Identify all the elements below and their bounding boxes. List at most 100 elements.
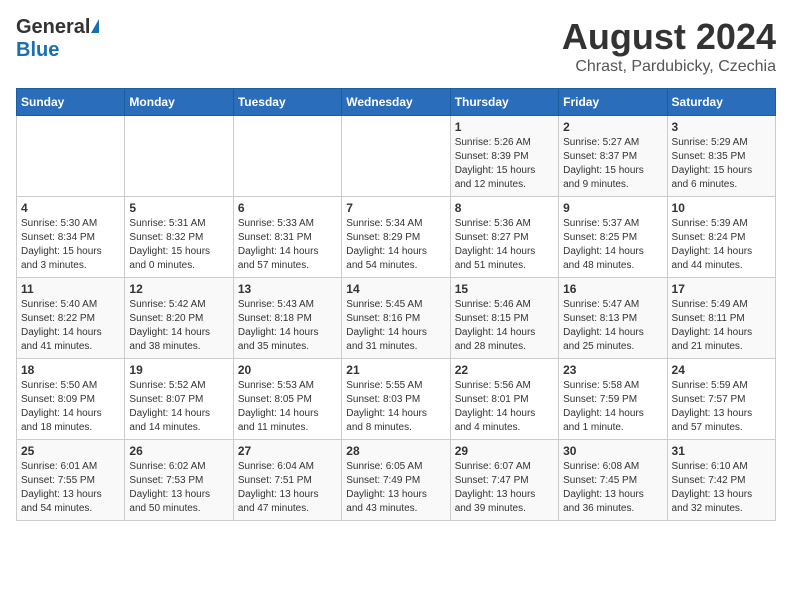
calendar-cell: 10Sunrise: 5:39 AM Sunset: 8:24 PM Dayli… — [667, 197, 775, 278]
calendar-title: August 2024 — [562, 16, 776, 58]
calendar-cell: 31 Sunrise: 6:10 AM Sunset: 7:42 PM Dayli… — [667, 440, 775, 521]
week-row-3: 11Sunrise: 5:40 AM Sunset: 8:22 PM Dayli… — [17, 278, 776, 359]
week-row-1: 1 Sunrise: 5:26 AM Sunset: 8:39 PM Daylig… — [17, 116, 776, 197]
day-number: 3 — [672, 120, 771, 134]
day-number: 24 — [672, 363, 771, 377]
calendar-cell: 20 Sunrise: 5:53 AM Sunset: 8:05 PM Dayli… — [233, 359, 341, 440]
calendar-cell: 2 Sunrise: 5:27 AM Sunset: 8:37 PM Daylig… — [559, 116, 667, 197]
logo-triangle-icon — [91, 19, 99, 33]
day-info: Sunrise: 5:56 AM Sunset: 8:01 PM Dayligh… — [455, 379, 554, 435]
day-number: 26 — [129, 444, 228, 458]
title-section: August 2024 Chrast, Pardubicky, Czechia — [562, 16, 776, 76]
calendar-cell: 29 Sunrise: 6:07 AM Sunset: 7:47 PM Dayli… — [450, 440, 558, 521]
day-header-friday: Friday — [559, 89, 667, 116]
calendar-cell: 18Sunrise: 5:50 AM Sunset: 8:09 PM Dayli… — [17, 359, 125, 440]
day-info: Sunrise: 5:34 AM Sunset: 8:29 PM Dayligh… — [346, 217, 445, 273]
day-header-wednesday: Wednesday — [342, 89, 450, 116]
calendar-cell: 25 Sunrise: 6:01 AM Sunset: 7:55 PM Dayli… — [17, 440, 125, 521]
calendar-cell: 11Sunrise: 5:40 AM Sunset: 8:22 PM Dayli… — [17, 278, 125, 359]
day-number: 17 — [672, 282, 771, 296]
day-info: Sunrise: 5:29 AM Sunset: 8:35 PM Dayligh… — [672, 136, 771, 192]
day-info: Sunrise: 6:08 AM Sunset: 7:45 PM Dayligh… — [563, 460, 662, 516]
day-number: 28 — [346, 444, 445, 458]
day-info: Sunrise: 5:43 AM Sunset: 8:18 PM Dayligh… — [238, 298, 337, 354]
day-number: 4 — [21, 201, 120, 215]
day-number: 22 — [455, 363, 554, 377]
day-number: 2 — [563, 120, 662, 134]
day-info: Sunrise: 5:53 AM Sunset: 8:05 PM Dayligh… — [238, 379, 337, 435]
calendar-cell: 8 Sunrise: 5:36 AM Sunset: 8:27 PM Daylig… — [450, 197, 558, 278]
calendar-cell — [342, 116, 450, 197]
day-headers-row: SundayMondayTuesdayWednesdayThursdayFrid… — [17, 89, 776, 116]
calendar-cell: 4 Sunrise: 5:30 AM Sunset: 8:34 PM Daylig… — [17, 197, 125, 278]
calendar-cell: 22 Sunrise: 5:56 AM Sunset: 8:01 PM Dayli… — [450, 359, 558, 440]
calendar-cell: 26 Sunrise: 6:02 AM Sunset: 7:53 PM Dayli… — [125, 440, 233, 521]
day-number: 21 — [346, 363, 445, 377]
day-header-tuesday: Tuesday — [233, 89, 341, 116]
calendar-cell: 5 Sunrise: 5:31 AM Sunset: 8:32 PM Daylig… — [125, 197, 233, 278]
day-header-thursday: Thursday — [450, 89, 558, 116]
logo: General Blue — [16, 16, 99, 62]
day-number: 14 — [346, 282, 445, 296]
logo-blue-text: Blue — [16, 39, 59, 62]
day-info: Sunrise: 6:10 AM Sunset: 7:42 PM Dayligh… — [672, 460, 771, 516]
calendar-cell: 3 Sunrise: 5:29 AM Sunset: 8:35 PM Daylig… — [667, 116, 775, 197]
day-info: Sunrise: 5:50 AM Sunset: 8:09 PM Dayligh… — [21, 379, 120, 435]
day-info: Sunrise: 5:39 AM Sunset: 8:24 PM Dayligh… — [672, 217, 771, 273]
calendar-cell: 24Sunrise: 5:59 AM Sunset: 7:57 PM Dayli… — [667, 359, 775, 440]
day-number: 31 — [672, 444, 771, 458]
calendar-cell: 1 Sunrise: 5:26 AM Sunset: 8:39 PM Daylig… — [450, 116, 558, 197]
day-info: Sunrise: 5:49 AM Sunset: 8:11 PM Dayligh… — [672, 298, 771, 354]
day-info: Sunrise: 6:02 AM Sunset: 7:53 PM Dayligh… — [129, 460, 228, 516]
day-number: 9 — [563, 201, 662, 215]
day-number: 1 — [455, 120, 554, 134]
day-info: Sunrise: 5:30 AM Sunset: 8:34 PM Dayligh… — [21, 217, 120, 273]
calendar-cell: 9Sunrise: 5:37 AM Sunset: 8:25 PM Daylig… — [559, 197, 667, 278]
day-info: Sunrise: 6:01 AM Sunset: 7:55 PM Dayligh… — [21, 460, 120, 516]
page-header: General Blue August 2024 Chrast, Pardubi… — [16, 16, 776, 76]
calendar-cell: 17 Sunrise: 5:49 AM Sunset: 8:11 PM Dayli… — [667, 278, 775, 359]
calendar-cell: 19Sunrise: 5:52 AM Sunset: 8:07 PM Dayli… — [125, 359, 233, 440]
day-info: Sunrise: 5:45 AM Sunset: 8:16 PM Dayligh… — [346, 298, 445, 354]
day-number: 29 — [455, 444, 554, 458]
day-info: Sunrise: 5:55 AM Sunset: 8:03 PM Dayligh… — [346, 379, 445, 435]
day-info: Sunrise: 5:26 AM Sunset: 8:39 PM Dayligh… — [455, 136, 554, 192]
calendar-cell: 21 Sunrise: 5:55 AM Sunset: 8:03 PM Dayli… — [342, 359, 450, 440]
calendar-cell — [125, 116, 233, 197]
day-info: Sunrise: 5:42 AM Sunset: 8:20 PM Dayligh… — [129, 298, 228, 354]
day-info: Sunrise: 6:05 AM Sunset: 7:49 PM Dayligh… — [346, 460, 445, 516]
day-number: 27 — [238, 444, 337, 458]
day-info: Sunrise: 6:07 AM Sunset: 7:47 PM Dayligh… — [455, 460, 554, 516]
day-number: 15 — [455, 282, 554, 296]
day-number: 25 — [21, 444, 120, 458]
day-info: Sunrise: 6:04 AM Sunset: 7:51 PM Dayligh… — [238, 460, 337, 516]
day-number: 6 — [238, 201, 337, 215]
calendar-cell — [17, 116, 125, 197]
calendar-cell: 7 Sunrise: 5:34 AM Sunset: 8:29 PM Daylig… — [342, 197, 450, 278]
day-info: Sunrise: 5:36 AM Sunset: 8:27 PM Dayligh… — [455, 217, 554, 273]
day-header-saturday: Saturday — [667, 89, 775, 116]
week-row-5: 25 Sunrise: 6:01 AM Sunset: 7:55 PM Dayli… — [17, 440, 776, 521]
calendar-cell: 13 Sunrise: 5:43 AM Sunset: 8:18 PM Dayli… — [233, 278, 341, 359]
day-number: 20 — [238, 363, 337, 377]
week-row-4: 18Sunrise: 5:50 AM Sunset: 8:09 PM Dayli… — [17, 359, 776, 440]
calendar-cell: 16 Sunrise: 5:47 AM Sunset: 8:13 PM Dayli… — [559, 278, 667, 359]
day-number: 13 — [238, 282, 337, 296]
day-info: Sunrise: 5:47 AM Sunset: 8:13 PM Dayligh… — [563, 298, 662, 354]
day-number: 16 — [563, 282, 662, 296]
day-info: Sunrise: 5:27 AM Sunset: 8:37 PM Dayligh… — [563, 136, 662, 192]
day-info: Sunrise: 5:31 AM Sunset: 8:32 PM Dayligh… — [129, 217, 228, 273]
day-number: 7 — [346, 201, 445, 215]
day-info: Sunrise: 5:40 AM Sunset: 8:22 PM Dayligh… — [21, 298, 120, 354]
calendar-cell — [233, 116, 341, 197]
day-number: 23 — [563, 363, 662, 377]
day-number: 5 — [129, 201, 228, 215]
day-header-monday: Monday — [125, 89, 233, 116]
calendar-cell: 12Sunrise: 5:42 AM Sunset: 8:20 PM Dayli… — [125, 278, 233, 359]
calendar-body: 1 Sunrise: 5:26 AM Sunset: 8:39 PM Daylig… — [17, 116, 776, 521]
week-row-2: 4 Sunrise: 5:30 AM Sunset: 8:34 PM Daylig… — [17, 197, 776, 278]
calendar-cell: 23Sunrise: 5:58 AM Sunset: 7:59 PM Dayli… — [559, 359, 667, 440]
day-number: 8 — [455, 201, 554, 215]
calendar-cell: 15Sunrise: 5:46 AM Sunset: 8:15 PM Dayli… — [450, 278, 558, 359]
calendar-cell: 28 Sunrise: 6:05 AM Sunset: 7:49 PM Dayli… — [342, 440, 450, 521]
